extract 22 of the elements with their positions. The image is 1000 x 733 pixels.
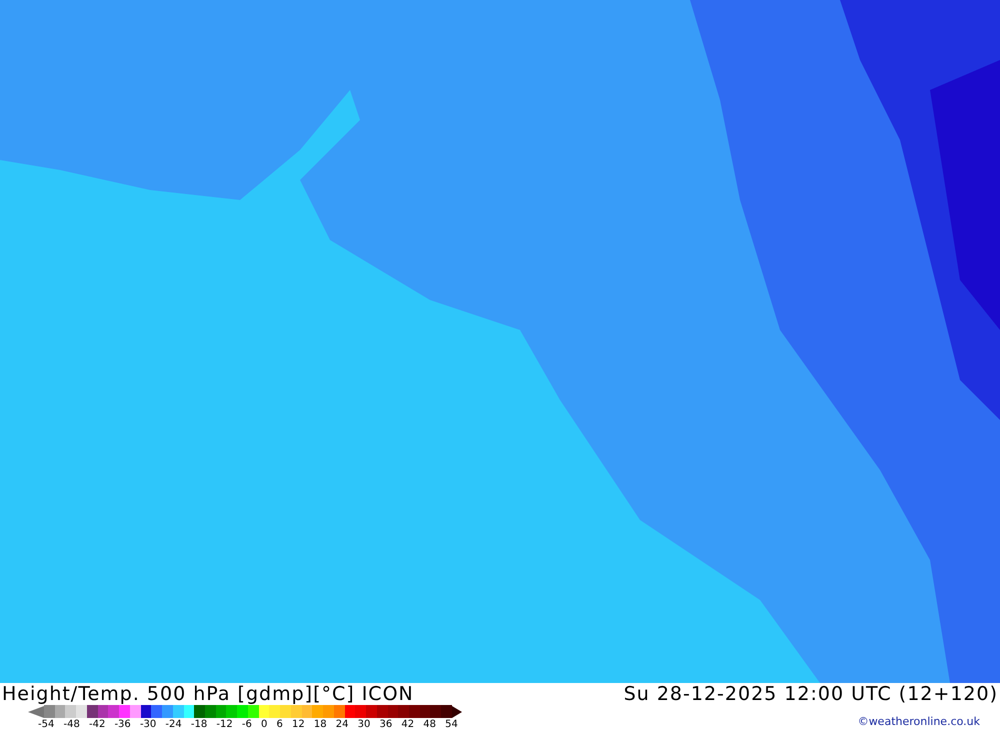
legend-label: 6	[276, 718, 283, 731]
legend-label: -54	[38, 718, 54, 731]
legend-label: -12	[216, 718, 233, 731]
legend-label: 0	[261, 718, 268, 731]
legend-label: -6	[242, 718, 252, 731]
legend-label: 24	[336, 718, 349, 731]
chart-title: Height/Temp. 500 hPa [gdmp][°C] ICON	[2, 683, 414, 705]
legend-label: 18	[314, 718, 327, 731]
legend-label: 54	[445, 718, 458, 731]
valid-time: Su 28-12-2025 12:00 UTC (12+120)	[624, 683, 998, 705]
credit-text: ©weatheronline.co.uk	[858, 715, 980, 728]
legend-label: -42	[88, 718, 106, 731]
legend-label: 30	[358, 718, 370, 731]
legend-label: -36	[114, 718, 131, 731]
legend-label: 36	[380, 718, 392, 731]
legend-label: -24	[165, 718, 182, 731]
legend-label: -48	[63, 718, 80, 731]
legend-label: -30	[140, 718, 156, 731]
legend-label: 42	[401, 718, 414, 731]
legend-label: 48	[423, 718, 436, 731]
legend-label: -18	[190, 718, 208, 731]
legend-label: 12	[292, 718, 305, 731]
